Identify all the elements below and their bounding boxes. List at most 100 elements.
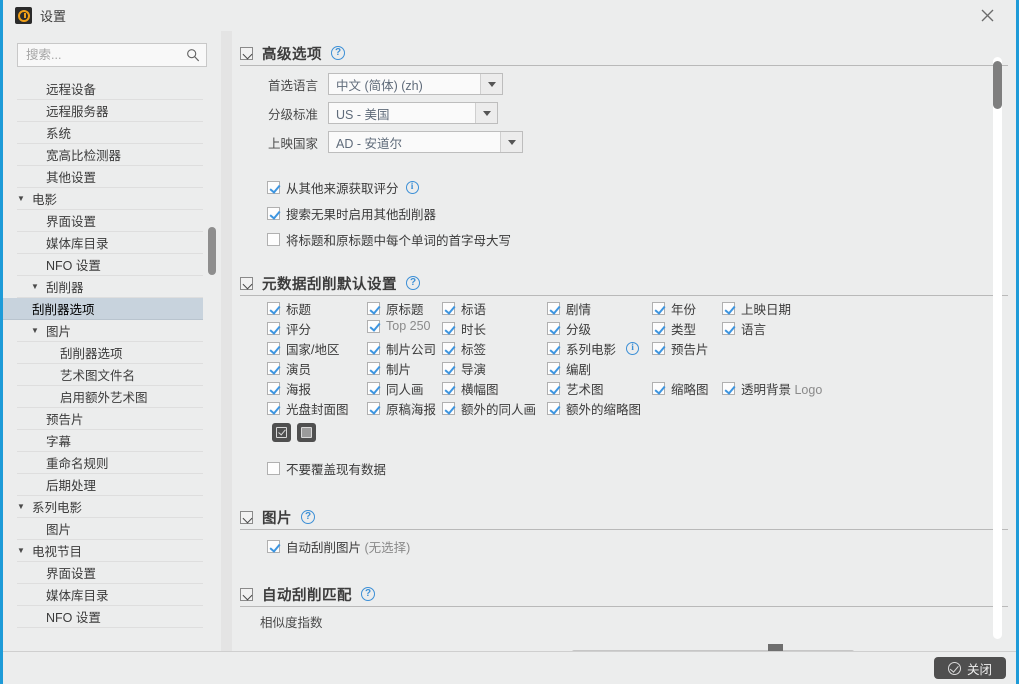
release-country-select[interactable]: AD - 安道尔 (328, 131, 523, 153)
certification-country-select[interactable]: US - 美国 (328, 102, 498, 124)
info-icon[interactable]: i (626, 342, 640, 355)
preferred-language-select[interactable]: 中文 (简体) (zh) (328, 73, 503, 95)
sidebar-item-12[interactable]: 刮削器选项 (17, 342, 203, 364)
checkbox[interactable] (652, 322, 665, 335)
checkbox[interactable] (267, 302, 280, 315)
checkbox[interactable] (442, 322, 455, 335)
main-scrollbar-thumb[interactable] (993, 61, 1002, 109)
auto-scrape-images-checkbox[interactable] (267, 540, 280, 553)
metadata-checkbox-r4-c1[interactable]: 同人画 (367, 379, 424, 398)
section-collapse-toggle[interactable] (240, 587, 253, 601)
help-icon[interactable]: ? (331, 46, 345, 60)
main-scrollbar-track[interactable] (993, 57, 1002, 639)
metadata-checkbox-r0-c4[interactable]: 年份 (652, 299, 696, 318)
no-overwrite-checkbox[interactable] (267, 462, 280, 475)
sidebar-item-3[interactable]: 宽高比检测器 (17, 144, 203, 166)
metadata-checkbox-r0-c2[interactable]: 标语 (442, 299, 486, 318)
metadata-checkbox-r2-c2[interactable]: 标签 (442, 339, 486, 358)
metadata-checkbox-r2-c0[interactable]: 国家/地区 (267, 339, 339, 358)
metadata-checkbox-r2-c3[interactable]: 系列电影 i (547, 339, 640, 358)
metadata-checkbox-r1-c4[interactable]: 类型 (652, 319, 696, 338)
sidebar-splitter[interactable] (221, 31, 449, 651)
sidebar-item-20[interactable]: 图片 (17, 518, 203, 540)
metadata-checkbox-r3-c0[interactable]: 演员 (267, 359, 311, 378)
checkbox[interactable] (442, 302, 455, 315)
caret-down-icon[interactable]: ▼ (31, 282, 44, 291)
sidebar-item-4[interactable]: 其他设置 (17, 166, 203, 188)
sidebar-item-14[interactable]: 启用额外艺术图 (17, 386, 203, 408)
metadata-checkbox-r4-c4[interactable]: 缩略图 (652, 379, 709, 398)
advanced-checkbox-row-0[interactable]: 从其他来源获取评分 i (267, 178, 419, 197)
sidebar-item-6[interactable]: 界面设置 (17, 210, 203, 232)
checkbox[interactable] (267, 322, 280, 335)
section-collapse-toggle[interactable] (240, 46, 253, 60)
advanced-checkbox-2[interactable] (267, 233, 280, 246)
metadata-checkbox-r2-c4[interactable]: 预告片 (652, 339, 709, 358)
chevron-down-icon[interactable] (475, 103, 497, 123)
checkbox[interactable] (722, 322, 735, 335)
caret-down-icon[interactable]: ▼ (31, 326, 44, 335)
select-all-button[interactable] (272, 423, 291, 442)
metadata-checkbox-r4-c0[interactable]: 海报 (267, 379, 311, 398)
sidebar-item-19[interactable]: ▼ 系列电影 (17, 496, 203, 518)
metadata-checkbox-r4-c5[interactable]: 透明背景 Logo (722, 379, 822, 398)
checkbox[interactable] (442, 402, 455, 415)
checkbox[interactable] (367, 302, 380, 315)
sidebar-scrollbar-track[interactable] (208, 78, 216, 645)
chevron-down-icon[interactable] (500, 132, 522, 152)
help-icon[interactable]: ? (361, 587, 375, 601)
checkbox[interactable] (367, 362, 380, 375)
metadata-checkbox-r4-c3[interactable]: 艺术图 (547, 379, 604, 398)
checkbox[interactable] (547, 402, 560, 415)
checkbox[interactable] (442, 362, 455, 375)
advanced-checkbox-1[interactable] (267, 207, 280, 220)
checkbox[interactable] (442, 342, 455, 355)
sidebar-item-11[interactable]: ▼ 图片 (17, 320, 203, 342)
metadata-checkbox-r4-c2[interactable]: 横幅图 (442, 379, 499, 398)
sidebar-item-24[interactable]: NFO 设置 (17, 606, 203, 628)
checkbox[interactable] (652, 302, 665, 315)
metadata-checkbox-r5-c3[interactable]: 额外的缩略图 (547, 399, 641, 418)
checkbox[interactable] (547, 362, 560, 375)
checkbox[interactable] (547, 342, 560, 355)
chevron-down-icon[interactable] (480, 74, 502, 94)
sidebar-item-1[interactable]: 远程服务器 (17, 100, 203, 122)
info-icon[interactable]: i (405, 181, 419, 194)
metadata-checkbox-r0-c0[interactable]: 标题 (267, 299, 311, 318)
checkbox[interactable] (367, 319, 380, 333)
advanced-checkbox-row-2[interactable]: 将标题和原标题中每个单词的首字母大写 (267, 230, 511, 249)
checkbox[interactable] (442, 382, 455, 395)
sidebar-item-17[interactable]: 重命名规则 (17, 452, 203, 474)
no-overwrite-row[interactable]: 不要覆盖现有数据 (267, 459, 386, 478)
advanced-checkbox-0[interactable] (267, 181, 280, 194)
search-input[interactable] (26, 44, 181, 66)
caret-down-icon[interactable]: ▼ (17, 194, 30, 203)
sidebar-item-0[interactable]: 远程设备 (17, 78, 203, 100)
metadata-checkbox-r0-c3[interactable]: 剧情 (547, 299, 591, 318)
metadata-checkbox-r1-c2[interactable]: 时长 (442, 319, 486, 338)
sidebar-item-9[interactable]: ▼ 刮削器 (17, 276, 203, 298)
sidebar-item-22[interactable]: 界面设置 (17, 562, 203, 584)
sidebar-item-10[interactable]: 刮削器选项 (3, 298, 203, 320)
sidebar-item-7[interactable]: 媒体库目录 (17, 232, 203, 254)
metadata-checkbox-r3-c1[interactable]: 制片 (367, 359, 411, 378)
deselect-all-button[interactable] (297, 423, 316, 442)
metadata-checkbox-r2-c1[interactable]: 制片公司 (367, 339, 436, 358)
help-icon[interactable]: ? (301, 510, 315, 524)
help-icon[interactable]: ? (406, 276, 420, 290)
close-window-button[interactable] (964, 0, 1010, 31)
checkbox[interactable] (267, 382, 280, 395)
section-collapse-toggle[interactable] (240, 276, 253, 290)
checkbox[interactable] (367, 402, 380, 415)
similarity-slider-handle[interactable] (767, 644, 783, 651)
metadata-checkbox-r0-c1[interactable]: 原标题 (367, 299, 424, 318)
checkbox[interactable] (267, 362, 280, 375)
metadata-checkbox-r3-c2[interactable]: 导演 (442, 359, 486, 378)
metadata-checkbox-r5-c2[interactable]: 额外的同人画 (442, 399, 536, 418)
checkbox[interactable] (547, 322, 560, 335)
metadata-checkbox-r1-c1[interactable]: Top 250 (367, 319, 430, 333)
sidebar-item-13[interactable]: 艺术图文件名 (17, 364, 203, 386)
checkbox[interactable] (267, 402, 280, 415)
auto-scrape-images-row[interactable]: 自动刮削图片 (无选择) (267, 537, 410, 556)
section-collapse-toggle[interactable] (240, 510, 253, 524)
